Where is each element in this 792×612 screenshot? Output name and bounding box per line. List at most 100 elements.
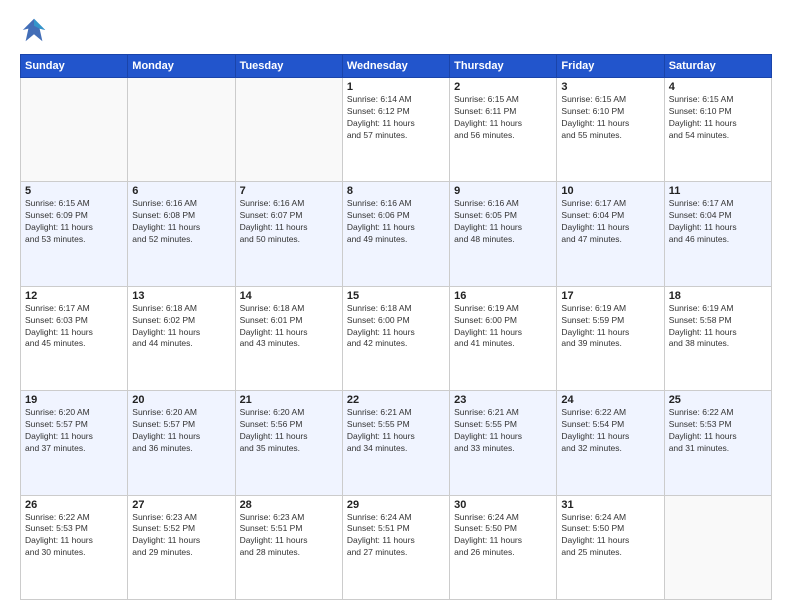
day-number: 9 <box>454 185 552 197</box>
calendar-cell: 20Sunrise: 6:20 AMSunset: 5:57 PMDayligh… <box>128 391 235 495</box>
day-number: 10 <box>561 185 659 197</box>
calendar-table: SundayMondayTuesdayWednesdayThursdayFrid… <box>20 54 772 600</box>
calendar-cell: 21Sunrise: 6:20 AMSunset: 5:56 PMDayligh… <box>235 391 342 495</box>
logo-icon <box>20 16 48 44</box>
day-number: 25 <box>669 394 767 406</box>
calendar-cell: 8Sunrise: 6:16 AMSunset: 6:06 PMDaylight… <box>342 182 449 286</box>
day-info: Sunrise: 6:16 AMSunset: 6:08 PMDaylight:… <box>132 198 230 246</box>
day-info: Sunrise: 6:17 AMSunset: 6:04 PMDaylight:… <box>561 198 659 246</box>
calendar-cell: 17Sunrise: 6:19 AMSunset: 5:59 PMDayligh… <box>557 286 664 390</box>
day-info: Sunrise: 6:17 AMSunset: 6:03 PMDaylight:… <box>25 303 123 351</box>
day-info: Sunrise: 6:23 AMSunset: 5:51 PMDaylight:… <box>240 512 338 560</box>
calendar-cell: 14Sunrise: 6:18 AMSunset: 6:01 PMDayligh… <box>235 286 342 390</box>
weekday-header-row: SundayMondayTuesdayWednesdayThursdayFrid… <box>21 55 772 78</box>
page: SundayMondayTuesdayWednesdayThursdayFrid… <box>0 0 792 612</box>
day-info: Sunrise: 6:18 AMSunset: 6:00 PMDaylight:… <box>347 303 445 351</box>
day-number: 31 <box>561 499 659 511</box>
calendar-cell: 24Sunrise: 6:22 AMSunset: 5:54 PMDayligh… <box>557 391 664 495</box>
day-info: Sunrise: 6:15 AMSunset: 6:10 PMDaylight:… <box>669 94 767 142</box>
calendar-cell: 22Sunrise: 6:21 AMSunset: 5:55 PMDayligh… <box>342 391 449 495</box>
calendar-cell: 12Sunrise: 6:17 AMSunset: 6:03 PMDayligh… <box>21 286 128 390</box>
week-row-1: 1Sunrise: 6:14 AMSunset: 6:12 PMDaylight… <box>21 78 772 182</box>
day-number: 3 <box>561 81 659 93</box>
day-info: Sunrise: 6:21 AMSunset: 5:55 PMDaylight:… <box>454 407 552 455</box>
week-row-3: 12Sunrise: 6:17 AMSunset: 6:03 PMDayligh… <box>21 286 772 390</box>
calendar-cell: 28Sunrise: 6:23 AMSunset: 5:51 PMDayligh… <box>235 495 342 599</box>
weekday-header-tuesday: Tuesday <box>235 55 342 78</box>
calendar-cell: 23Sunrise: 6:21 AMSunset: 5:55 PMDayligh… <box>450 391 557 495</box>
day-info: Sunrise: 6:20 AMSunset: 5:56 PMDaylight:… <box>240 407 338 455</box>
day-info: Sunrise: 6:15 AMSunset: 6:11 PMDaylight:… <box>454 94 552 142</box>
logo <box>20 16 54 44</box>
day-number: 7 <box>240 185 338 197</box>
calendar-cell: 3Sunrise: 6:15 AMSunset: 6:10 PMDaylight… <box>557 78 664 182</box>
day-info: Sunrise: 6:20 AMSunset: 5:57 PMDaylight:… <box>132 407 230 455</box>
calendar-cell: 13Sunrise: 6:18 AMSunset: 6:02 PMDayligh… <box>128 286 235 390</box>
day-number: 27 <box>132 499 230 511</box>
calendar-cell <box>21 78 128 182</box>
day-info: Sunrise: 6:16 AMSunset: 6:05 PMDaylight:… <box>454 198 552 246</box>
calendar-cell: 2Sunrise: 6:15 AMSunset: 6:11 PMDaylight… <box>450 78 557 182</box>
day-number: 28 <box>240 499 338 511</box>
day-info: Sunrise: 6:18 AMSunset: 6:02 PMDaylight:… <box>132 303 230 351</box>
day-number: 22 <box>347 394 445 406</box>
weekday-header-thursday: Thursday <box>450 55 557 78</box>
weekday-header-monday: Monday <box>128 55 235 78</box>
calendar-cell: 19Sunrise: 6:20 AMSunset: 5:57 PMDayligh… <box>21 391 128 495</box>
day-number: 18 <box>669 290 767 302</box>
calendar-cell: 18Sunrise: 6:19 AMSunset: 5:58 PMDayligh… <box>664 286 771 390</box>
calendar-cell: 6Sunrise: 6:16 AMSunset: 6:08 PMDaylight… <box>128 182 235 286</box>
day-number: 20 <box>132 394 230 406</box>
calendar-cell: 4Sunrise: 6:15 AMSunset: 6:10 PMDaylight… <box>664 78 771 182</box>
calendar-cell <box>664 495 771 599</box>
calendar-cell: 5Sunrise: 6:15 AMSunset: 6:09 PMDaylight… <box>21 182 128 286</box>
header <box>20 16 772 44</box>
calendar-cell <box>235 78 342 182</box>
week-row-2: 5Sunrise: 6:15 AMSunset: 6:09 PMDaylight… <box>21 182 772 286</box>
calendar-cell: 30Sunrise: 6:24 AMSunset: 5:50 PMDayligh… <box>450 495 557 599</box>
day-number: 14 <box>240 290 338 302</box>
day-number: 19 <box>25 394 123 406</box>
day-info: Sunrise: 6:19 AMSunset: 5:59 PMDaylight:… <box>561 303 659 351</box>
weekday-header-wednesday: Wednesday <box>342 55 449 78</box>
calendar-cell: 1Sunrise: 6:14 AMSunset: 6:12 PMDaylight… <box>342 78 449 182</box>
weekday-header-friday: Friday <box>557 55 664 78</box>
day-info: Sunrise: 6:16 AMSunset: 6:06 PMDaylight:… <box>347 198 445 246</box>
calendar-cell: 10Sunrise: 6:17 AMSunset: 6:04 PMDayligh… <box>557 182 664 286</box>
calendar-cell: 26Sunrise: 6:22 AMSunset: 5:53 PMDayligh… <box>21 495 128 599</box>
day-number: 6 <box>132 185 230 197</box>
week-row-4: 19Sunrise: 6:20 AMSunset: 5:57 PMDayligh… <box>21 391 772 495</box>
day-info: Sunrise: 6:17 AMSunset: 6:04 PMDaylight:… <box>669 198 767 246</box>
day-info: Sunrise: 6:19 AMSunset: 6:00 PMDaylight:… <box>454 303 552 351</box>
day-number: 1 <box>347 81 445 93</box>
day-info: Sunrise: 6:22 AMSunset: 5:53 PMDaylight:… <box>25 512 123 560</box>
day-info: Sunrise: 6:22 AMSunset: 5:54 PMDaylight:… <box>561 407 659 455</box>
day-info: Sunrise: 6:23 AMSunset: 5:52 PMDaylight:… <box>132 512 230 560</box>
day-number: 23 <box>454 394 552 406</box>
day-info: Sunrise: 6:16 AMSunset: 6:07 PMDaylight:… <box>240 198 338 246</box>
weekday-header-saturday: Saturday <box>664 55 771 78</box>
day-number: 29 <box>347 499 445 511</box>
day-info: Sunrise: 6:14 AMSunset: 6:12 PMDaylight:… <box>347 94 445 142</box>
day-number: 26 <box>25 499 123 511</box>
day-info: Sunrise: 6:15 AMSunset: 6:10 PMDaylight:… <box>561 94 659 142</box>
day-number: 12 <box>25 290 123 302</box>
calendar-cell <box>128 78 235 182</box>
day-number: 24 <box>561 394 659 406</box>
day-number: 8 <box>347 185 445 197</box>
day-info: Sunrise: 6:22 AMSunset: 5:53 PMDaylight:… <box>669 407 767 455</box>
day-info: Sunrise: 6:18 AMSunset: 6:01 PMDaylight:… <box>240 303 338 351</box>
day-number: 15 <box>347 290 445 302</box>
day-info: Sunrise: 6:24 AMSunset: 5:51 PMDaylight:… <box>347 512 445 560</box>
calendar-cell: 25Sunrise: 6:22 AMSunset: 5:53 PMDayligh… <box>664 391 771 495</box>
day-info: Sunrise: 6:24 AMSunset: 5:50 PMDaylight:… <box>454 512 552 560</box>
day-info: Sunrise: 6:20 AMSunset: 5:57 PMDaylight:… <box>25 407 123 455</box>
day-info: Sunrise: 6:19 AMSunset: 5:58 PMDaylight:… <box>669 303 767 351</box>
week-row-5: 26Sunrise: 6:22 AMSunset: 5:53 PMDayligh… <box>21 495 772 599</box>
day-number: 16 <box>454 290 552 302</box>
calendar-cell: 7Sunrise: 6:16 AMSunset: 6:07 PMDaylight… <box>235 182 342 286</box>
calendar-cell: 9Sunrise: 6:16 AMSunset: 6:05 PMDaylight… <box>450 182 557 286</box>
calendar-cell: 15Sunrise: 6:18 AMSunset: 6:00 PMDayligh… <box>342 286 449 390</box>
day-number: 5 <box>25 185 123 197</box>
day-info: Sunrise: 6:21 AMSunset: 5:55 PMDaylight:… <box>347 407 445 455</box>
